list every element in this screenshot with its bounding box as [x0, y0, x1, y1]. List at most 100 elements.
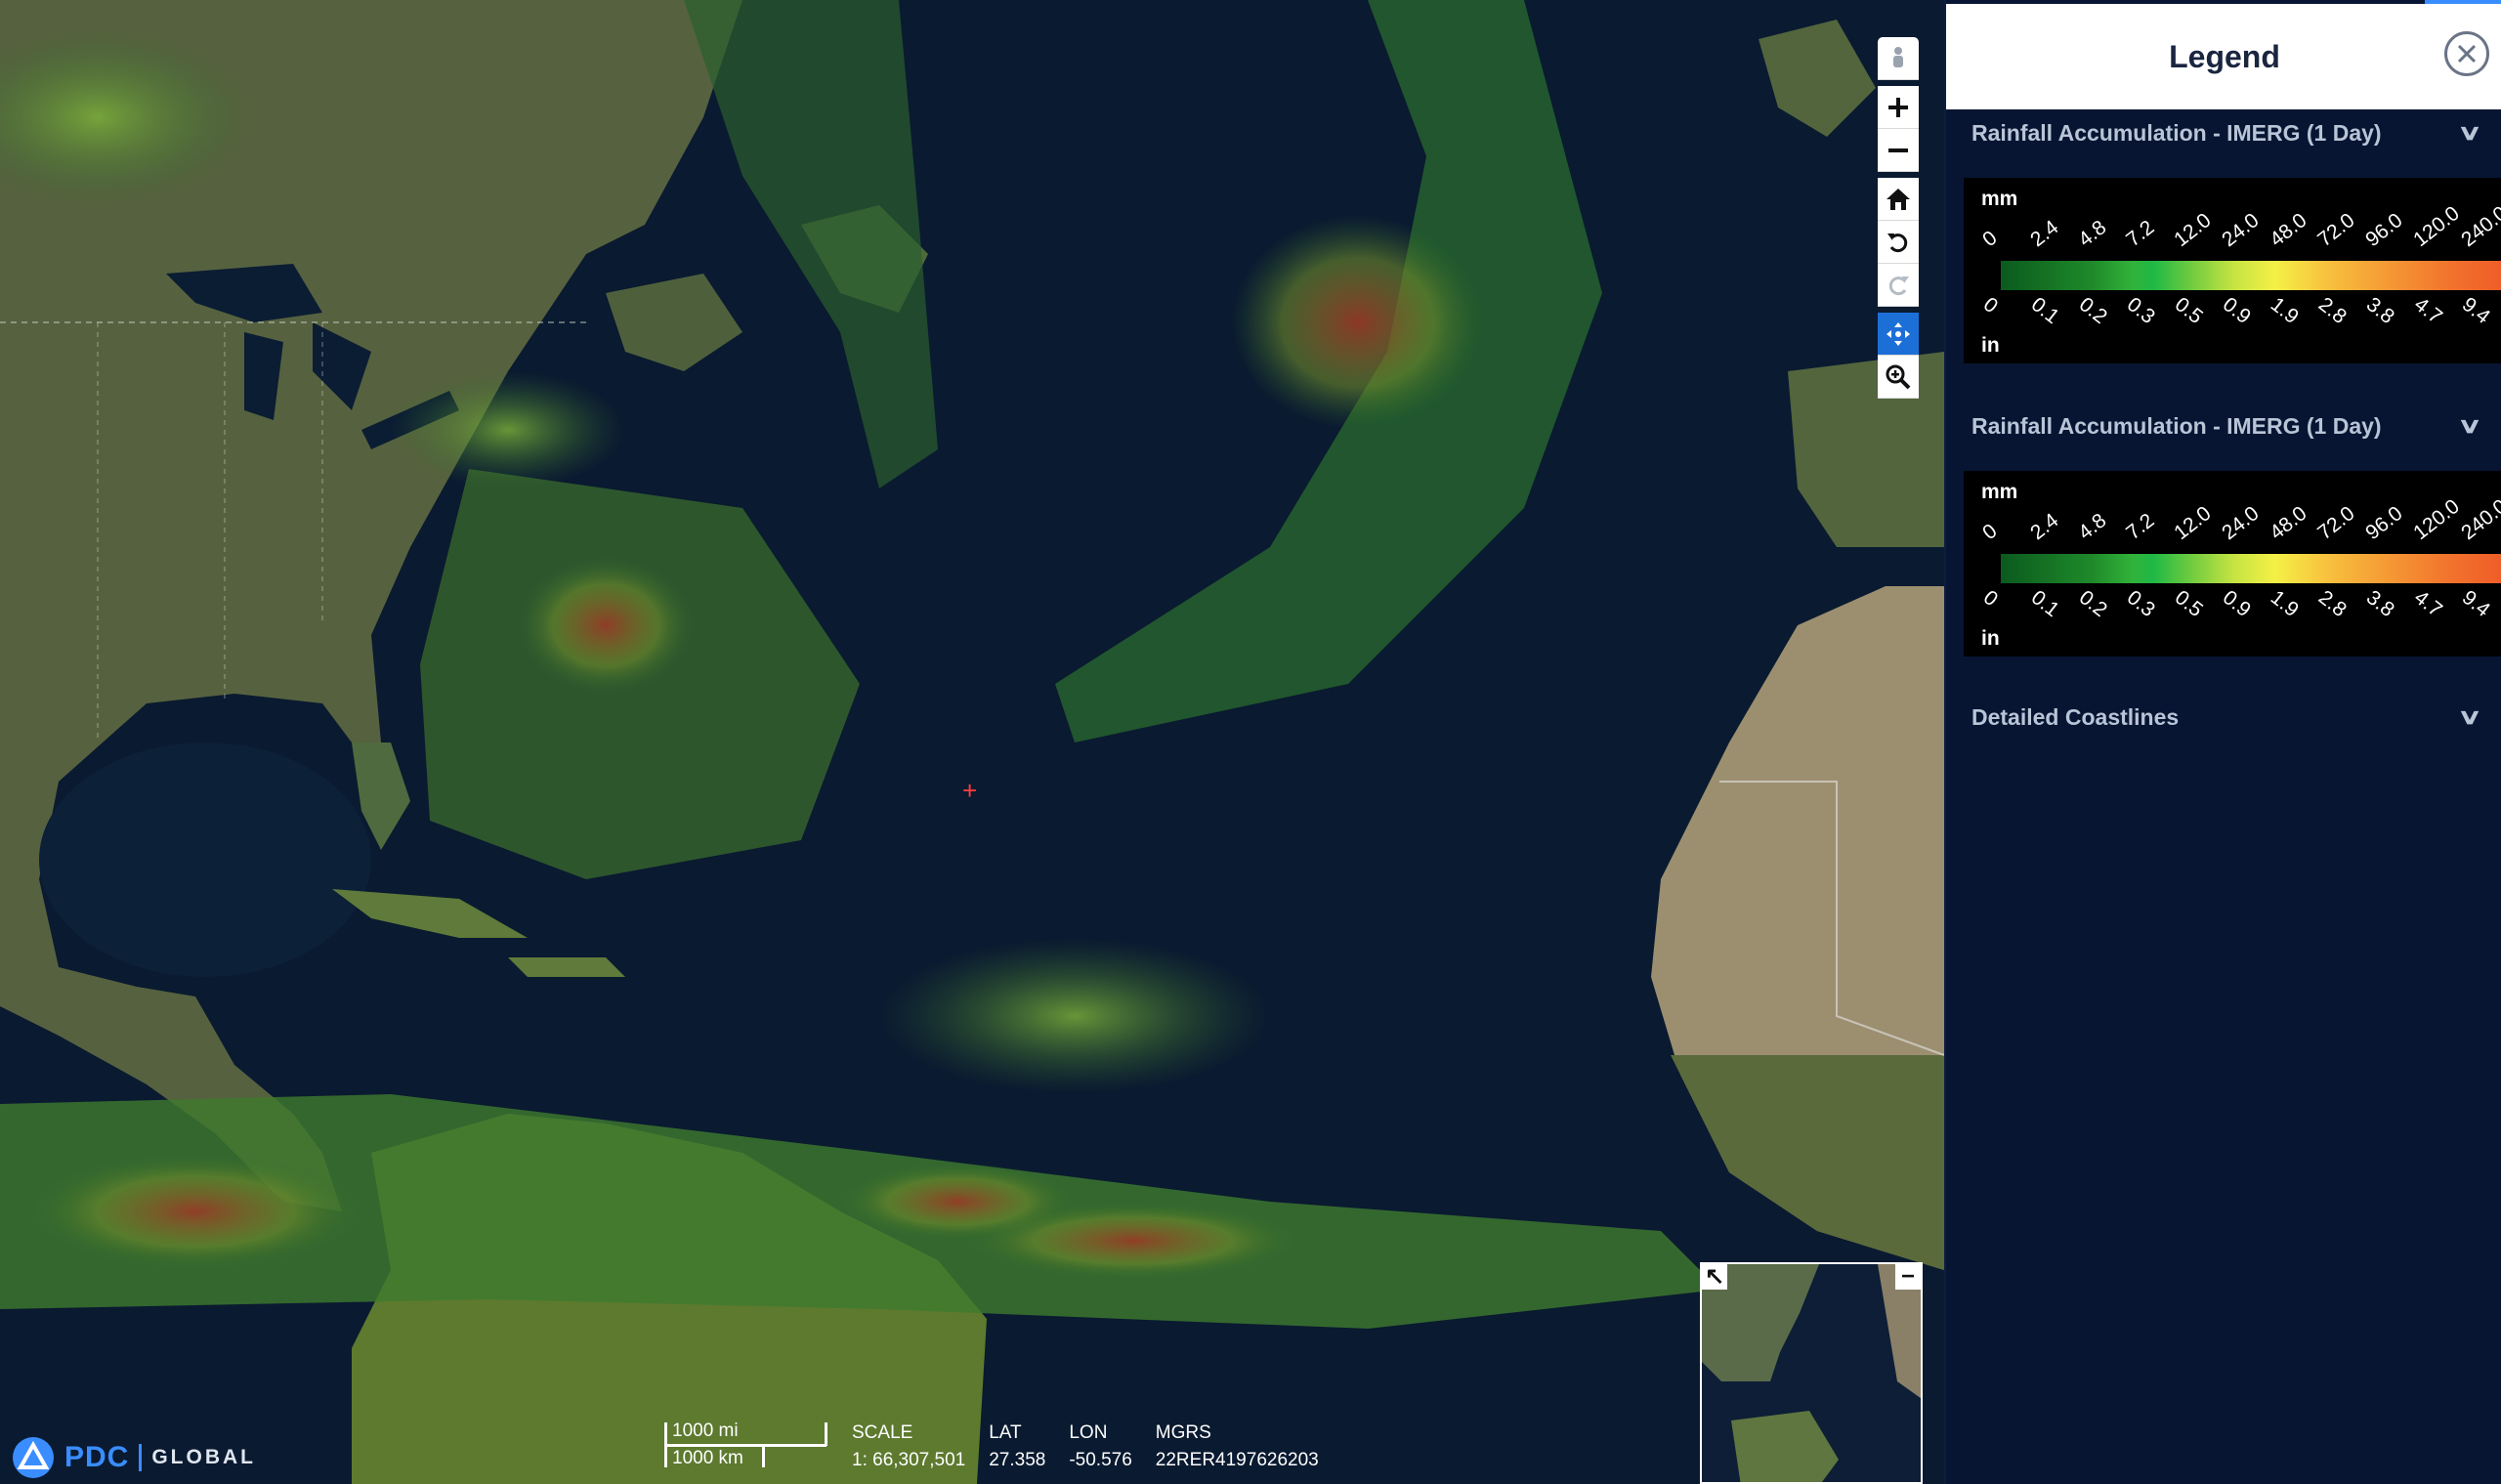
coordinate-readouts: SCALE 1: 66,307,501 LAT 27.358 LON -50.5…	[852, 1422, 1319, 1471]
pdc-logo-icon	[13, 1437, 54, 1478]
scale-line	[664, 1444, 827, 1447]
mm-tick-label: 240.0	[2457, 201, 2501, 252]
mm-tick-label: 2.4	[2026, 216, 2063, 252]
in-tick-label: 0.2	[2074, 293, 2112, 329]
panel-accent-bar	[2425, 0, 2501, 4]
pdc-logo[interactable]: PDC GLOBAL	[12, 1436, 256, 1479]
rainfall-colorbar-1: mm in 0 2.4 4.8 7.2 12.0 24.0 48.0 72.0 96.0 120.…	[1964, 178, 2501, 363]
mm-tick-label: 48.0	[2266, 208, 2311, 252]
mm-tick-label: 24.0	[2218, 501, 2264, 545]
in-tick-label: 0.1	[2026, 586, 2064, 622]
mm-tick-label: 4.8	[2074, 216, 2111, 252]
mm-tick-label: 12.0	[2170, 501, 2216, 545]
rainfall-colorbar-2: mm in 0 2.4 4.8 7.2 12.0 24.0 48.0 72.0 96.0 120.…	[1964, 471, 2501, 657]
in-tick-label: 3.8	[2361, 586, 2399, 622]
in-tick-label: 0.9	[2218, 293, 2256, 329]
unit-in-label: in	[1981, 627, 2000, 650]
scale-bar: 1000 mi 1000 km	[664, 1420, 830, 1471]
unit-in-label: in	[1981, 334, 2000, 357]
logo-brand: PDC	[64, 1441, 130, 1473]
in-tick-label: 4.7	[2409, 586, 2447, 622]
mm-tick-label: 0	[1978, 226, 2002, 252]
home-icon[interactable]	[1878, 178, 1919, 221]
zoom-in-icon[interactable]	[1878, 86, 1919, 129]
in-tick-label: 1.9	[2266, 586, 2304, 622]
color-ramp	[2001, 554, 2501, 583]
legend-section-rainfall-1[interactable]: Rainfall Accumulation - IMERG (1 Day) ∨	[1946, 106, 2501, 160]
mgrs-label: MGRS	[1155, 1422, 1211, 1443]
street-view-icon[interactable]	[1878, 37, 1919, 80]
legend-title: Legend	[2169, 38, 2280, 74]
legend-section-coastlines[interactable]: Detailed Coastlines ∨	[1946, 690, 2501, 744]
scale-tick-miles	[825, 1422, 827, 1446]
rotate-left-icon[interactable]	[1878, 221, 1919, 264]
chevron-down-icon[interactable]: ∨	[2457, 704, 2482, 730]
map-toolbar	[1878, 37, 1919, 399]
scale-value: 1: 66,307,501	[852, 1450, 966, 1470]
map-view[interactable]: + ↖ − 1000 mi 1000 km SCALE 1: 66,307,50…	[0, 0, 1944, 1484]
minimap-image	[1702, 1264, 1921, 1482]
mm-tick-label: 48.0	[2266, 501, 2311, 545]
in-tick-label: 0.1	[2026, 293, 2064, 329]
legend-section-rainfall-2[interactable]: Rainfall Accumulation - IMERG (1 Day) ∨	[1946, 399, 2501, 453]
in-tick-label: 0.3	[2122, 586, 2160, 622]
in-tick-label: 0.2	[2074, 586, 2112, 622]
in-tick-label: 2.8	[2313, 586, 2352, 622]
in-tick-label: 0.3	[2122, 293, 2160, 329]
in-tick-label: 0.9	[2218, 586, 2256, 622]
in-tick-label: 0.5	[2170, 586, 2208, 622]
in-tick-label: 3.8	[2361, 293, 2399, 329]
mm-tick-label: 7.2	[2122, 216, 2159, 252]
lon-label: LON	[1069, 1422, 1108, 1443]
mm-tick-label: 72.0	[2313, 208, 2359, 252]
mm-tick-label: 24.0	[2218, 208, 2264, 252]
in-tick-label: 2.8	[2313, 293, 2352, 329]
logo-divider	[139, 1444, 143, 1471]
map-center-crosshair-icon: +	[962, 776, 978, 805]
section-title: Rainfall Accumulation - IMERG (1 Day)	[1971, 119, 2382, 146]
minimap-collapse-icon[interactable]: −	[1895, 1264, 1921, 1290]
minimap-expand-icon[interactable]: ↖	[1702, 1264, 1727, 1290]
mm-tick-label: 0	[1978, 519, 2002, 545]
scale-miles-label: 1000 mi	[672, 1420, 739, 1441]
legend-panel: Legend Rainfall Accumulation - IMERG (1 …	[1944, 0, 2501, 1484]
mm-tick-label: 240.0	[2457, 494, 2501, 545]
in-tick-label: 0	[1978, 293, 2003, 318]
mm-tick-label: 96.0	[2361, 208, 2407, 252]
mm-tick-label: 96.0	[2361, 501, 2407, 545]
pan-icon[interactable]	[1878, 313, 1919, 356]
unit-mm-label: mm	[1981, 188, 2018, 210]
mm-tick-label: 2.4	[2026, 509, 2063, 545]
mm-tick-label: 4.8	[2074, 509, 2111, 545]
mgrs-value: 22RER4197626203	[1155, 1450, 1319, 1470]
chevron-down-icon[interactable]: ∨	[2457, 120, 2482, 146]
rotate-right-icon[interactable]	[1878, 264, 1919, 307]
mm-tick-label: 12.0	[2170, 208, 2216, 252]
scale-tick-start	[664, 1422, 667, 1467]
unit-mm-label: mm	[1981, 481, 2018, 503]
overview-minimap[interactable]: ↖ −	[1700, 1262, 1923, 1484]
in-tick-label: 4.7	[2409, 293, 2447, 329]
chevron-down-icon[interactable]: ∨	[2457, 413, 2482, 439]
in-tick-label: 0	[1978, 586, 2003, 612]
close-icon[interactable]	[2444, 31, 2489, 76]
in-tick-label: 9.4	[2457, 586, 2495, 622]
lat-value: 27.358	[989, 1450, 1046, 1470]
logo-suffix: GLOBAL	[151, 1446, 256, 1468]
color-ramp	[2001, 261, 2501, 290]
map-basemap	[0, 0, 1944, 1484]
in-tick-label: 9.4	[2457, 293, 2495, 329]
section-title: Rainfall Accumulation - IMERG (1 Day)	[1971, 412, 2382, 439]
section-title: Detailed Coastlines	[1971, 703, 2180, 730]
zoom-out-icon[interactable]	[1878, 129, 1919, 172]
zoom-box-icon[interactable]	[1878, 356, 1919, 399]
in-tick-label: 0.5	[2170, 293, 2208, 329]
lon-value: -50.576	[1069, 1450, 1132, 1470]
in-tick-label: 1.9	[2266, 293, 2304, 329]
mm-tick-label: 120.0	[2409, 201, 2464, 252]
scale-tick-km	[762, 1444, 765, 1467]
mm-tick-label: 72.0	[2313, 501, 2359, 545]
mm-tick-label: 7.2	[2122, 509, 2159, 545]
lat-label: LAT	[989, 1422, 1022, 1443]
scale-km-label: 1000 km	[672, 1448, 743, 1468]
